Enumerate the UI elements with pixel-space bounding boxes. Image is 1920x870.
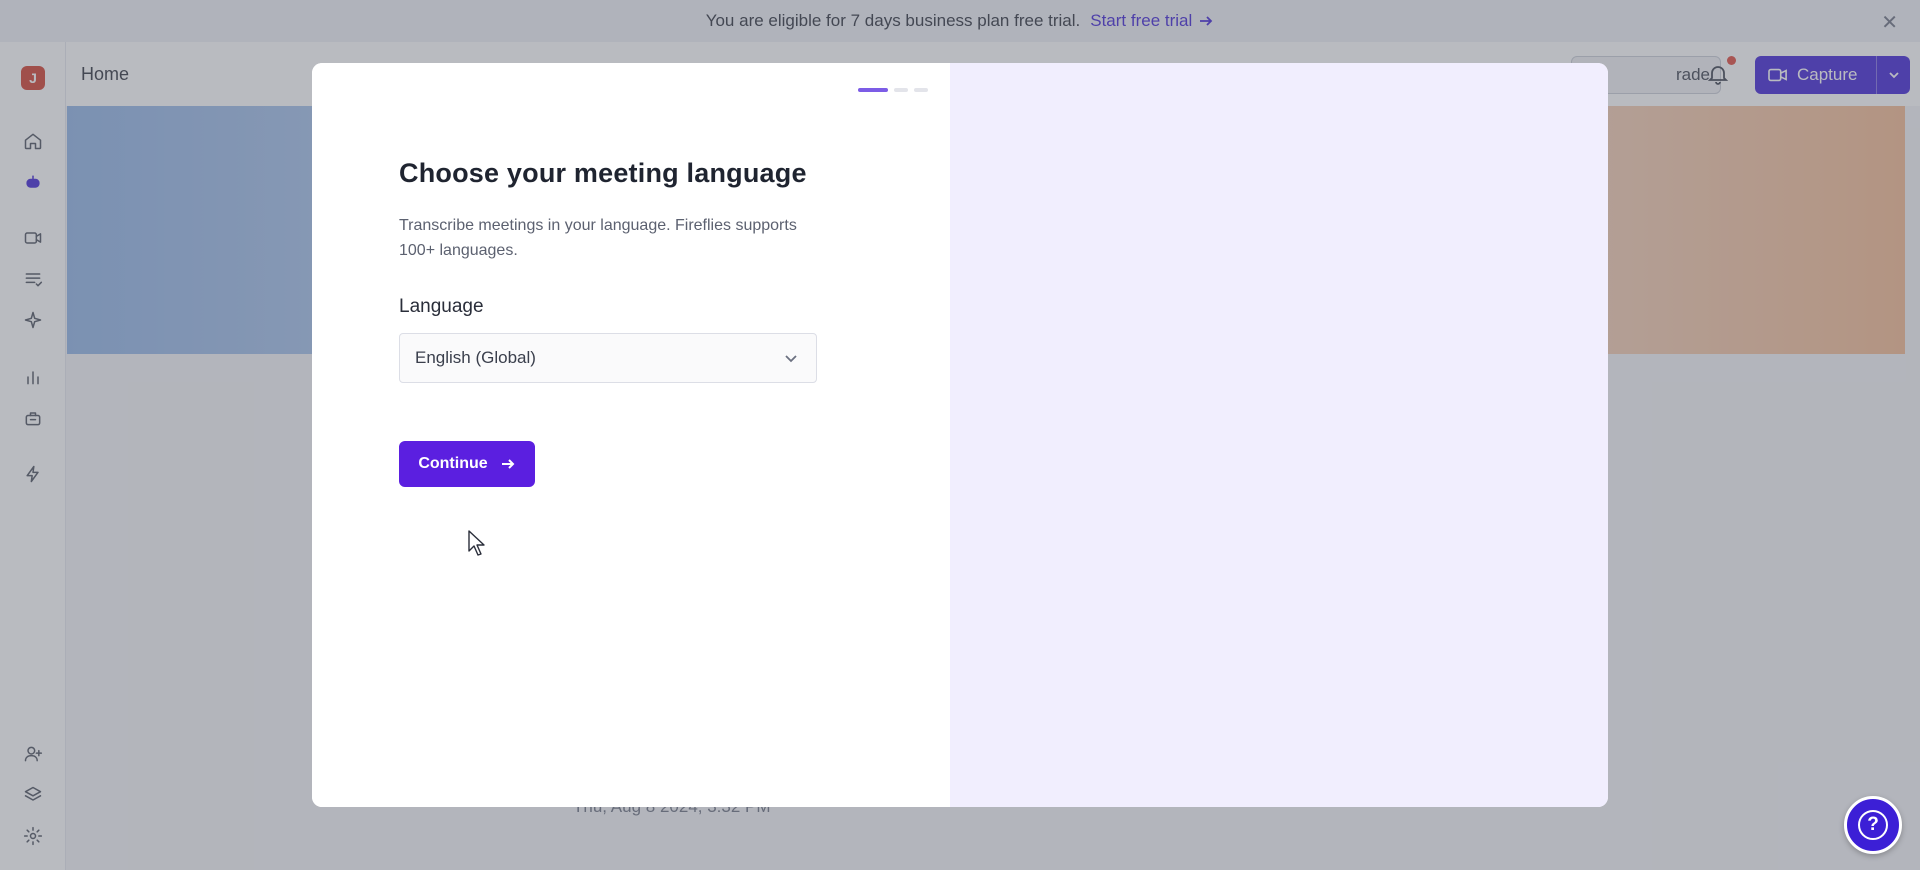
modal-content: Choose your meeting language Transcribe … [312,63,950,807]
language-label: Language [399,296,484,317]
continue-button[interactable]: Continue [399,441,535,487]
language-select[interactable]: English (Global) [399,333,817,383]
step-indicator [858,88,928,92]
language-select-value: English (Global) [415,348,536,367]
chevron-down-icon [785,355,797,363]
modal-title: Choose your meeting language [399,158,807,188]
step-2 [894,88,908,92]
step-1 [858,88,888,92]
help-icon: ? [1858,810,1888,840]
step-3 [914,88,928,92]
help-button[interactable]: ? [1844,796,1902,854]
mouse-cursor-icon [468,530,485,556]
modal-illustration-panel [950,63,1608,807]
modal-subtitle: Transcribe meetings in your language. Fi… [399,217,797,259]
continue-label: Continue [418,455,488,472]
onboarding-modal: Choose your meeting language Transcribe … [312,63,1608,807]
arrow-right-icon [501,459,515,469]
